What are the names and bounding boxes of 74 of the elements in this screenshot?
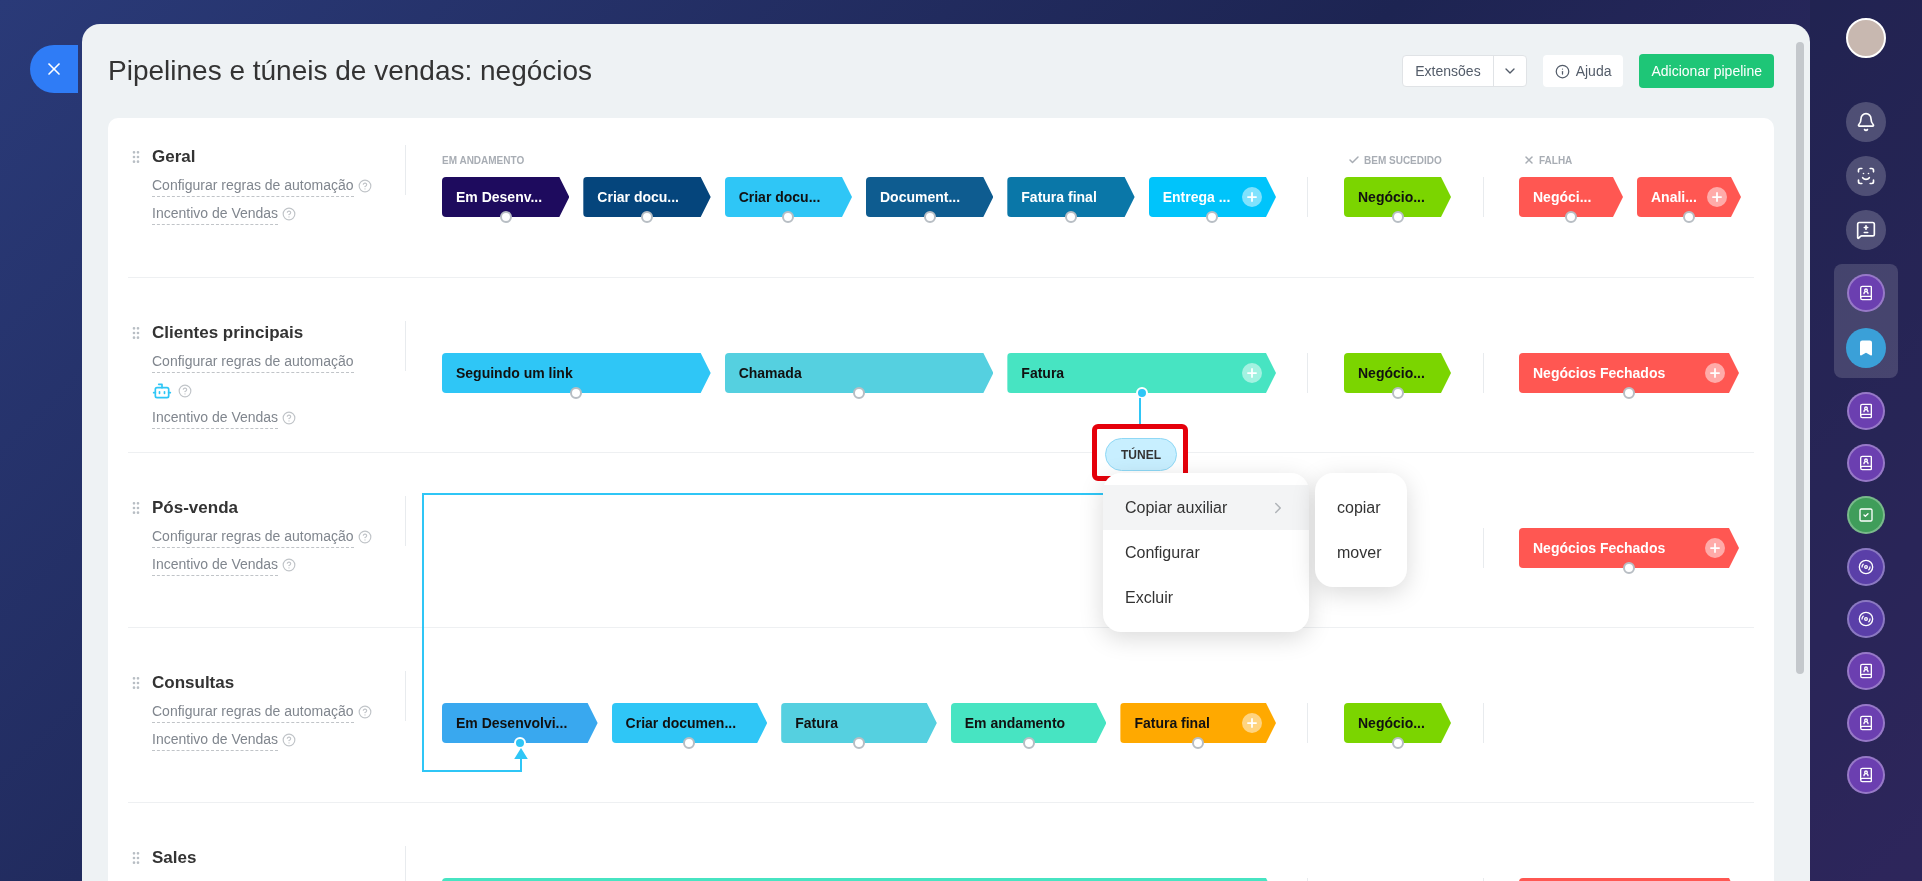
stage[interactable]: Chamada [724, 353, 994, 393]
info-icon[interactable] [1554, 63, 1570, 79]
close-button[interactable] [30, 45, 78, 93]
avatar[interactable] [1846, 18, 1886, 58]
sales-incentive-link[interactable]: Incentivo de Vendas [152, 729, 279, 751]
contact-book-icon[interactable] [1847, 274, 1885, 312]
help-icon[interactable] [282, 733, 297, 747]
add-stage-icon[interactable] [1242, 363, 1262, 383]
help-icon[interactable] [178, 384, 192, 398]
stage[interactable]: Negócio... [1344, 703, 1451, 743]
stage[interactable]: Em Desenvolvi... [442, 703, 598, 743]
add-stage-icon[interactable] [1241, 713, 1262, 733]
stage[interactable]: Em andamento [950, 703, 1107, 743]
stage[interactable]: Document... [866, 177, 994, 217]
add-stage-icon[interactable] [1241, 187, 1262, 207]
pipeline-title: Consultas [152, 672, 236, 694]
automation-rules-link[interactable]: Configurar regras de automação [152, 351, 354, 373]
pipeline-title: Pós-venda [152, 497, 239, 519]
pipeline-title: Geral [152, 146, 197, 168]
stage[interactable]: Criar docu... [583, 177, 711, 217]
tunnel-badge[interactable]: TÚNEL [1105, 438, 1177, 471]
task-icon[interactable] [1847, 496, 1885, 534]
chat-button[interactable] [1846, 210, 1886, 250]
contact-book-icon[interactable] [1847, 444, 1885, 482]
help-icon[interactable] [357, 705, 372, 719]
menu-item[interactable]: Excluir [1103, 575, 1309, 620]
contact-book-icon[interactable] [1847, 652, 1885, 690]
add-stage-icon[interactable] [1707, 187, 1727, 207]
help-icon[interactable] [282, 411, 297, 425]
column-header: EM ANDAMENTO [442, 153, 525, 168]
cross-icon [1523, 154, 1535, 166]
stage[interactable]: Fatura [781, 703, 937, 743]
help-icon[interactable] [357, 179, 372, 193]
robot-icon[interactable] [152, 381, 172, 401]
contact-book-icon[interactable] [1847, 704, 1885, 742]
contact-book-icon[interactable] [1847, 392, 1885, 430]
stage[interactable]: Em Desenv... [442, 177, 570, 217]
stage[interactable]: Negócio... [1344, 353, 1451, 393]
extensions-dropdown[interactable]: Extensões [1402, 55, 1527, 87]
stage[interactable]: Fatura final [1007, 177, 1135, 217]
check-icon [1348, 154, 1360, 166]
help-icon[interactable] [357, 530, 372, 544]
notifications-button[interactable] [1846, 102, 1886, 142]
stage[interactable]: Criar docu... [724, 177, 852, 217]
stage[interactable]: Fatura [1007, 353, 1276, 393]
help-button[interactable]: Ajuda [1542, 55, 1624, 87]
automation-rules-link[interactable]: Configurar regras de automação [152, 701, 354, 723]
automation-rules-link[interactable]: Configurar regras de automação [152, 175, 354, 197]
add-stage-icon[interactable] [1705, 538, 1725, 558]
chat-icon[interactable] [1856, 220, 1876, 240]
sales-incentive-link[interactable]: Incentivo de Vendas [152, 203, 279, 225]
scrollbar-thumb[interactable] [1796, 42, 1804, 674]
sales-incentive-link[interactable]: Incentivo de Vendas [152, 407, 279, 429]
automation-rules-link[interactable]: Configurar regras de automação [152, 526, 354, 548]
bell-icon[interactable] [1856, 112, 1876, 132]
column-header: FALHA [1539, 153, 1573, 168]
contact-book-icon[interactable] [1847, 756, 1885, 794]
menu-item[interactable]: copiar [1315, 485, 1407, 530]
sales-incentive-link[interactable]: Incentivo de Vendas [152, 554, 279, 576]
stage[interactable]: Fatura final [1120, 703, 1276, 743]
pipeline-title: Clientes principais [152, 322, 305, 344]
menu-item[interactable]: Configurar [1103, 530, 1309, 575]
stage[interactable]: Criar documen... [611, 703, 768, 743]
column-header: BEM SUCEDIDO [1364, 153, 1442, 168]
stage[interactable]: Seguindo um link [442, 353, 711, 393]
pipeline-title: Sales [152, 847, 197, 869]
help-icon[interactable] [282, 207, 297, 221]
page-title: Pipelines e túneis de vendas: negócios [108, 54, 594, 88]
help-icon[interactable] [282, 558, 297, 572]
bookmark-icon[interactable] [1846, 328, 1886, 368]
menu-item[interactable]: Copiar auxiliar [1103, 485, 1309, 530]
menu-item[interactable]: mover [1315, 530, 1407, 575]
stage[interactable]: Negócio... [1344, 177, 1451, 217]
add-stage-icon[interactable] [1705, 363, 1725, 383]
